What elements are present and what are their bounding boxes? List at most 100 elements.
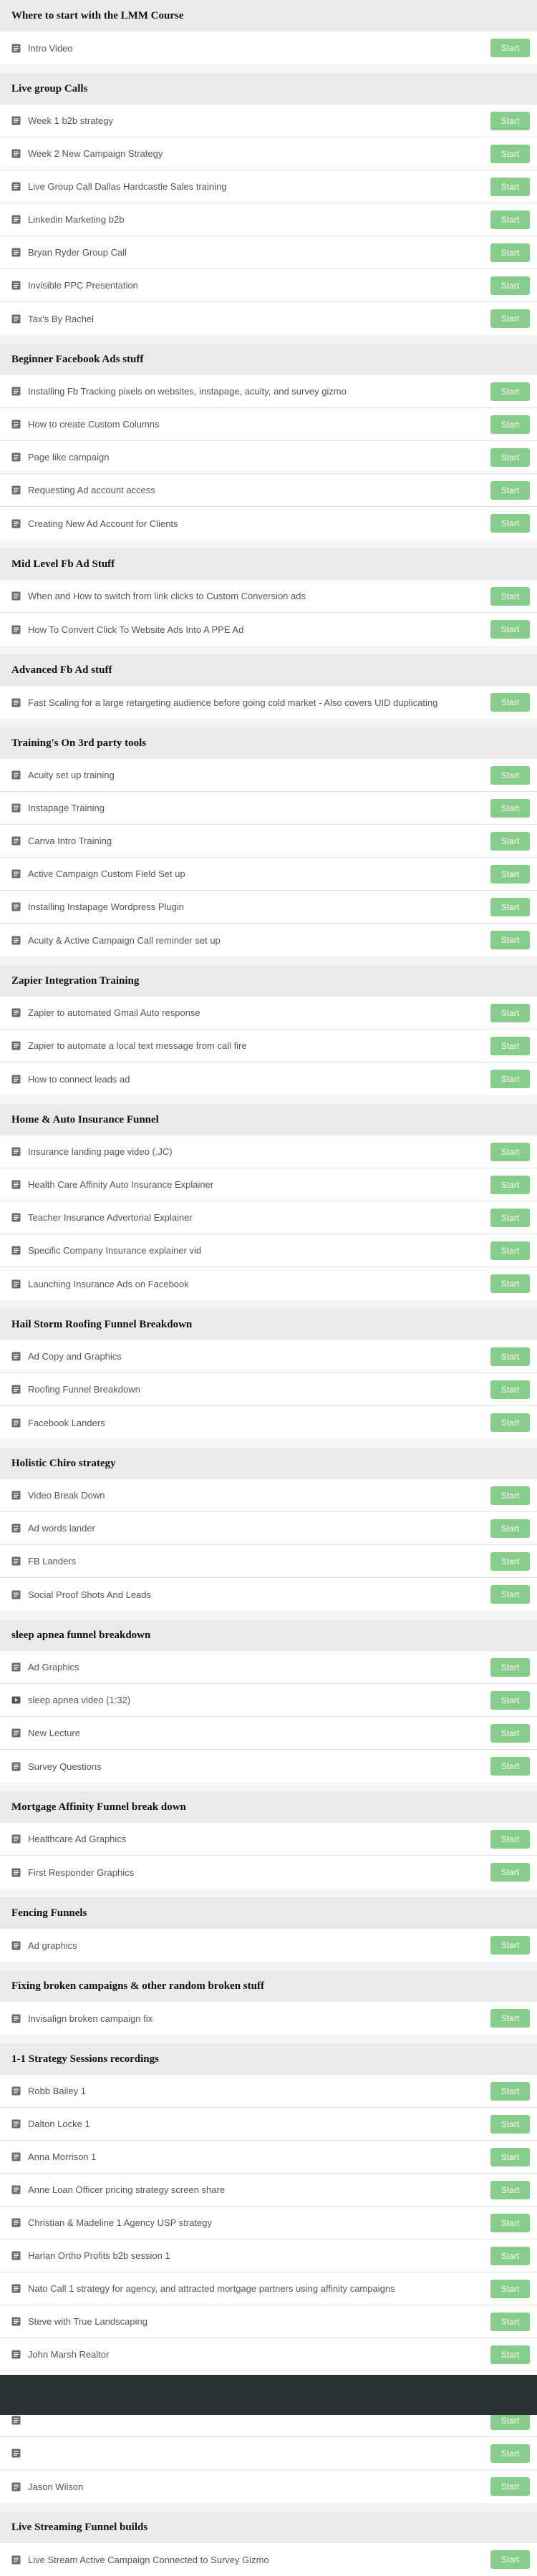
lecture-item[interactable]: Ad graphics Start (0, 1929, 537, 1962)
lecture-item[interactable]: First Responder Graphics Start (0, 1856, 537, 1889)
lecture-item[interactable]: Robb Bailey 1 Start (0, 2075, 537, 2108)
lecture-item[interactable]: Tax's By Rachel Start (0, 302, 537, 335)
lecture-item[interactable]: Healthcare Ad Graphics Start (0, 1823, 537, 1856)
start-button[interactable]: Start (490, 243, 530, 262)
start-button[interactable]: Start (490, 765, 530, 785)
start-button[interactable]: Start (490, 2444, 530, 2463)
lecture-item[interactable]: How to connect leads ad Start (0, 1062, 537, 1095)
start-button[interactable]: Start (490, 210, 530, 229)
start-button[interactable]: Start (490, 2081, 530, 2101)
start-button[interactable]: Start (490, 1413, 530, 1432)
start-button[interactable]: Start (490, 1657, 530, 1677)
start-button[interactable]: Start (490, 620, 530, 639)
start-button[interactable]: Start (490, 2345, 530, 2364)
start-button[interactable]: Start (490, 1036, 530, 1055)
lecture-item[interactable]: Linkedin Marketing b2b Start (0, 203, 537, 236)
lecture-item[interactable]: Jason Wilson Start (0, 2470, 537, 2503)
start-button[interactable]: Start (490, 586, 530, 606)
start-button[interactable]: Start (490, 2213, 530, 2232)
lecture-item[interactable]: Launching Insurance Ads on Facebook Start (0, 1267, 537, 1300)
lecture-item[interactable]: Nato Call 1 strategy for agency, and att… (0, 2272, 537, 2305)
lecture-item[interactable]: Steve with True Landscaping Start (0, 2305, 537, 2338)
start-button[interactable]: Start (490, 144, 530, 163)
start-button[interactable]: Start (490, 2180, 530, 2199)
start-button[interactable]: Start (490, 1175, 530, 1194)
start-button[interactable]: Start (490, 1723, 530, 1743)
lecture-item[interactable]: Week 1 b2b strategy Start (0, 105, 537, 137)
lecture-item[interactable]: Requesting Ad account access Start (0, 474, 537, 507)
lecture-item[interactable]: Installing Fb Tracking pixels on website… (0, 375, 537, 408)
lecture-item[interactable]: Intro Video Start (0, 32, 537, 64)
start-button[interactable]: Start (490, 897, 530, 916)
lecture-item[interactable]: Creating New Ad Account for Clients Start (0, 507, 537, 540)
start-button[interactable]: Start (490, 480, 530, 500)
start-button[interactable]: Start (490, 2009, 530, 2028)
lecture-item[interactable]: Dalton Locke 1 Start (0, 2108, 537, 2141)
start-button[interactable]: Start (490, 1757, 530, 1776)
start-button[interactable]: Start (490, 1829, 530, 1849)
start-button[interactable]: Start (490, 2477, 530, 2496)
start-button[interactable]: Start (490, 2114, 530, 2134)
start-button[interactable]: Start (490, 1003, 530, 1022)
start-button[interactable]: Start (490, 693, 530, 712)
lecture-item[interactable]: FB Landers Start (0, 1545, 537, 1578)
lecture-item[interactable]: Zapier to automate a local text message … (0, 1030, 537, 1062)
start-button[interactable]: Start (490, 1519, 530, 1538)
lecture-item[interactable]: Bryan Ryder Group Call Start (0, 236, 537, 269)
start-button[interactable]: Start (490, 1274, 530, 1293)
start-button[interactable]: Start (490, 1551, 530, 1571)
start-button[interactable]: Start (490, 864, 530, 883)
lecture-item[interactable]: Teacher Insurance Advertorial Explainer S… (0, 1201, 537, 1234)
start-button[interactable]: Start (490, 2279, 530, 2298)
start-button[interactable]: Start (490, 1208, 530, 1227)
lecture-item[interactable]: Acuity set up training Start (0, 759, 537, 792)
lecture-item[interactable]: Invisalign broken campaign fix Start (0, 2002, 537, 2035)
lecture-item[interactable]: Zapier to automated Gmail Auto response S… (0, 997, 537, 1030)
start-button[interactable]: Start (490, 1486, 530, 1505)
lecture-item[interactable]: Instapage Training Start (0, 792, 537, 825)
lecture-item[interactable]: John Marsh Realtor Start (0, 2338, 537, 2371)
lecture-item[interactable]: Facebook Landers Start (0, 1406, 537, 1439)
lecture-item[interactable]: Fast Scaling for a large retargeting aud… (0, 686, 537, 719)
lecture-item[interactable]: Survey Questions Start (0, 1750, 537, 1783)
start-button[interactable]: Start (490, 309, 530, 328)
start-button[interactable]: Start (490, 1936, 530, 1955)
start-button[interactable]: Start (490, 1690, 530, 1710)
start-button[interactable]: Start (490, 2147, 530, 2166)
lecture-item[interactable]: Social Proof Shots And Leads Start (0, 1578, 537, 1611)
lecture-item[interactable]: Start (0, 2437, 537, 2470)
lecture-item[interactable]: Ad Copy and Graphics Start (0, 1340, 537, 1373)
start-button[interactable]: Start (490, 1863, 530, 1882)
lecture-item[interactable]: New Lecture Start (0, 1717, 537, 1750)
start-button[interactable]: Start (490, 415, 530, 434)
lecture-item[interactable]: How to create Custom Columns Start (0, 408, 537, 441)
start-button[interactable]: Start (490, 2246, 530, 2265)
start-button[interactable]: Start (490, 514, 530, 533)
lecture-item[interactable]: How To Convert Click To Website Ads Into… (0, 613, 537, 646)
start-button[interactable]: Start (490, 111, 530, 130)
lecture-item[interactable]: Anna Morrison 1 Start (0, 2141, 537, 2174)
start-button[interactable]: Start (490, 382, 530, 401)
lecture-item[interactable]: Week 2 New Campaign Strategy Start (0, 137, 537, 170)
lecture-item[interactable]: Ad words lander Start (0, 1512, 537, 1545)
lecture-item[interactable]: Roofing Funnel Breakdown Start (0, 1373, 537, 1406)
lecture-item[interactable]: Harlan Ortho Profits b2b session 1 Start (0, 2240, 537, 2272)
start-button[interactable]: Start (490, 2550, 530, 2569)
lecture-item[interactable]: Health Care Affinity Auto Insurance Expl… (0, 1168, 537, 1201)
lecture-item[interactable]: Specific Company Insurance explainer vid… (0, 1234, 537, 1267)
start-button[interactable]: Start (490, 447, 530, 467)
start-button[interactable]: Start (490, 1070, 530, 1088)
lecture-item[interactable]: Christian & Madeline 1 Agency USP strate… (0, 2207, 537, 2240)
start-button[interactable]: Start (490, 1142, 530, 1161)
lecture-item[interactable]: Anne Loan Officer pricing strategy scree… (0, 2174, 537, 2207)
start-button[interactable]: Start (490, 39, 530, 57)
lecture-item[interactable]: Invisible PPC Presentation Start (0, 269, 537, 302)
start-button[interactable]: Start (490, 1380, 530, 1399)
start-button[interactable]: Start (490, 931, 530, 949)
lecture-item[interactable]: Canva Intro Training Start (0, 825, 537, 858)
start-button[interactable]: Start (490, 1241, 530, 1260)
lecture-item[interactable]: Page like campaign Start (0, 441, 537, 474)
lecture-item[interactable]: Video Break Down Start (0, 1479, 537, 1512)
start-button[interactable]: Start (490, 276, 530, 295)
lecture-item[interactable]: Active Campaign Custom Field Set up Start (0, 858, 537, 891)
